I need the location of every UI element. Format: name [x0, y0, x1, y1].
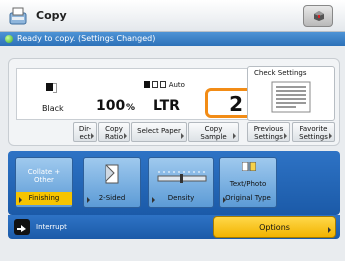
- copy-sample-label-line1: Copy: [204, 125, 223, 133]
- original-type-button[interactable]: Text/Photo Original Type: [219, 157, 277, 208]
- paper-size-value: LTR: [153, 98, 180, 114]
- select-paper-label: Select Paper: [137, 127, 181, 135]
- status-monitor-icon: [314, 11, 324, 21]
- previous-settings-label-line2: Settings: [254, 133, 283, 141]
- finishing-current-value: Collate + Other: [16, 168, 72, 184]
- direct-label-line2: ect: [79, 133, 91, 141]
- finishing-value-line2: Other: [34, 176, 54, 184]
- interrupt-button[interactable]: [14, 219, 30, 235]
- status-text: Ready to copy. (Settings Changed): [17, 34, 156, 43]
- favorite-settings-label-line1: Favorite: [299, 125, 328, 133]
- status-bar: Ready to copy. (Settings Changed): [0, 32, 345, 46]
- copy-ratio-value: 100: [96, 98, 126, 114]
- favorite-settings-label-line2: Settings: [299, 133, 328, 141]
- color-mode-icon: [46, 83, 57, 93]
- finishing-label: Finishing: [16, 192, 72, 205]
- page-title: Copy: [36, 9, 67, 22]
- title-bar: Copy: [0, 0, 345, 32]
- density-slider-icon: [157, 171, 207, 183]
- paper-tray-icon: [152, 81, 159, 88]
- copy-sample-button[interactable]: Copy Sample: [188, 122, 239, 142]
- options-label: Options: [259, 223, 290, 232]
- copy-icon: [9, 7, 27, 25]
- finishing-value-line1: Collate +: [27, 168, 61, 176]
- settings-panel: Black 100 % Auto LTR 2 Check Settings Di…: [8, 58, 340, 146]
- favorite-settings-button[interactable]: Favorite Settings: [292, 122, 335, 142]
- check-settings-button[interactable]: Check Settings: [247, 66, 335, 121]
- bottom-bar: Interrupt Options: [8, 215, 340, 239]
- copy-ratio-button[interactable]: Copy Ratio: [98, 122, 130, 142]
- original-type-value: Text/Photo: [229, 180, 267, 188]
- status-monitor-button[interactable]: [303, 5, 333, 27]
- check-settings-label: Check Settings: [254, 69, 307, 77]
- interrupt-label: Interrupt: [36, 223, 67, 231]
- select-paper-button[interactable]: Select Paper: [131, 122, 187, 142]
- document-preview-icon: [271, 81, 311, 113]
- two-sided-button[interactable]: 2-Sided: [83, 157, 141, 208]
- options-button[interactable]: Options: [213, 216, 336, 238]
- two-sided-label: 2-Sided: [98, 194, 126, 202]
- copy-ratio-unit: %: [126, 103, 136, 113]
- status-indicator-icon: [5, 35, 13, 43]
- original-type-icon: [242, 162, 256, 171]
- paper-sheet-icon: [160, 81, 167, 88]
- direct-label-line1: Dir-: [78, 125, 92, 133]
- paper-drawer-icon: [144, 81, 150, 88]
- paper-source-value: Auto: [168, 81, 185, 89]
- density-button[interactable]: Density: [148, 157, 214, 208]
- direct-button[interactable]: Dir- ect: [73, 122, 97, 142]
- paper-source-indicator: Auto: [144, 81, 185, 89]
- two-sided-icon: [105, 164, 119, 184]
- function-buttons-area: Collate + Other Finishing 2-Sided Densit…: [8, 151, 340, 215]
- previous-settings-button[interactable]: Previous Settings: [247, 122, 290, 142]
- finishing-button[interactable]: Collate + Other Finishing: [15, 157, 73, 208]
- copy-sample-label-line2: Sample: [200, 133, 227, 141]
- copy-ratio-label-line1: Copy: [105, 125, 123, 133]
- color-mode-value: Black: [42, 104, 64, 113]
- previous-settings-label-line1: Previous: [253, 125, 284, 133]
- copies-count-value: 2: [229, 92, 243, 116]
- density-label: Density: [167, 194, 195, 202]
- copy-ratio-label-line2: Ratio: [105, 133, 123, 141]
- interrupt-icon: [17, 225, 26, 232]
- original-type-label: Original Type: [225, 194, 271, 202]
